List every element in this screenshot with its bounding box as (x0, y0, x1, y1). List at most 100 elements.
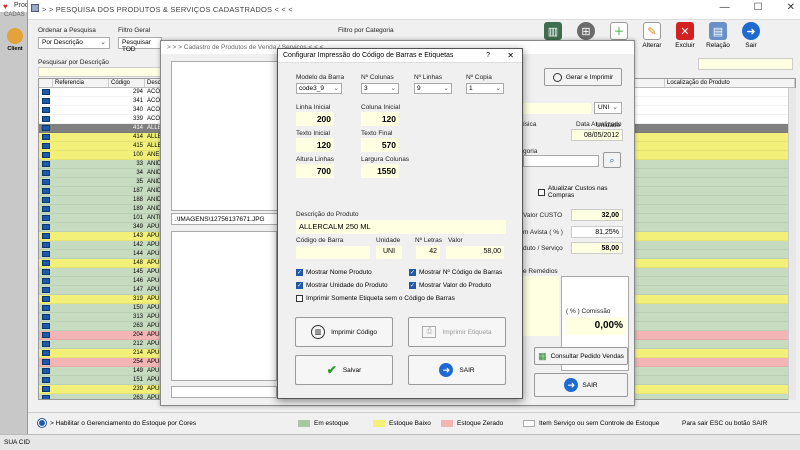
salvar-button[interactable]: ✔ Salvar (295, 355, 393, 385)
product-icon (42, 188, 50, 194)
categoria-field[interactable] (523, 155, 599, 167)
remedios-field[interactable] (523, 276, 559, 336)
order-select[interactable]: Por Descrição ⌄ (38, 37, 110, 49)
data-atualizado-field[interactable]: 08/05/2012 (571, 129, 623, 141)
sair-button[interactable]: ➜ Sair (736, 22, 766, 56)
ncolunas-label: Nº Colunas (361, 74, 394, 81)
minimize-icon[interactable]: — (720, 2, 730, 13)
valor-label: Valor (448, 237, 463, 244)
legend-swatch-white (523, 420, 535, 427)
help-icon[interactable]: ? (486, 52, 490, 59)
row-referencia (53, 214, 109, 222)
descricao-field[interactable]: ALLERCALM 250 ML (296, 220, 506, 234)
table-scrollbar[interactable] (788, 88, 796, 400)
sales-icon: ▦ (538, 350, 547, 361)
custo-field[interactable]: 32,00 (571, 209, 623, 221)
somente-etiqueta-checkbox[interactable]: Imprimir Somente Etiqueta sem o Código d… (296, 295, 455, 302)
close-icon[interactable]: ✕ (507, 51, 514, 60)
modelo-select[interactable]: code3_9 ⌄ (296, 83, 342, 94)
unidade-select[interactable]: UNI ⌄ (594, 102, 622, 114)
unidade-field[interactable]: UNI (376, 246, 402, 259)
order-select-value: Por Descrição (42, 39, 83, 46)
legend-swatch-green (298, 420, 310, 427)
row-referencia (53, 160, 109, 168)
ncopia-select[interactable]: 1 ⌄ (466, 83, 504, 94)
nlinhas-select[interactable]: 9 ⌄ (414, 83, 452, 94)
legend-swatch-yellow (373, 420, 385, 427)
dialog-title: Configurar Impressão do Código de Barras… (283, 52, 454, 59)
image-path-field[interactable]: .\IMAGENS\12756137671.JPG (171, 213, 281, 225)
product-icon (42, 386, 50, 392)
avista-label: m Avista ( % ) (523, 229, 563, 236)
mostrar-unidade-checkbox[interactable]: ✓ Mostrar Unidade do Produto (296, 282, 388, 289)
row-codigo: 319 (132, 296, 143, 302)
filter-select[interactable]: Pesquisar TOD (118, 37, 162, 53)
row-icon-cell (39, 88, 53, 96)
ncopia-value: 1 (469, 85, 473, 92)
row-icon-cell (39, 169, 53, 177)
mostrar-valor-checkbox[interactable]: ✓ Mostrar Valor do Produto (409, 282, 491, 289)
imprimir-codigo-button[interactable]: ▥ Imprimir Código (295, 317, 393, 347)
imprimir-etiqueta-button[interactable]: ⎙ Imprimir Etiqueta (408, 317, 506, 347)
chevron-down-icon: ⌄ (612, 104, 618, 111)
row-codigo: 100 (132, 152, 143, 158)
category-label: Filtro por Categoria (338, 27, 394, 34)
dialog-sair-button[interactable]: ➜ SAIR (408, 355, 506, 385)
atualizar-custos-checkbox[interactable]: Atualizar Custos nas Compras (538, 185, 634, 199)
close-icon[interactable]: ✕ (787, 2, 795, 13)
linha-inicial-field[interactable]: 200 (296, 112, 334, 126)
legend-help[interactable]: > Habilitar o Gerenciamento do Estoque p… (50, 420, 196, 427)
row-codigo: 254 (132, 359, 143, 365)
row-referencia (53, 133, 109, 141)
cadastro-sair-button[interactable]: ➜ SAIR (534, 373, 628, 397)
search-input[interactable] (38, 67, 163, 77)
valor-field[interactable]: 58,00 (446, 246, 504, 259)
gerar-imprimir-button[interactable]: Gerar e Imprimir (544, 68, 622, 86)
nletras-field[interactable]: 42 (416, 246, 440, 259)
excluir-button[interactable]: ✕ Excluir (670, 22, 700, 56)
largura-field[interactable]: 1550 (361, 164, 399, 178)
ncolunas-select[interactable]: 3 ⌄ (361, 83, 399, 94)
texto-inicial-field[interactable]: 120 (296, 138, 334, 152)
avista-field[interactable]: 81,25% (571, 226, 623, 238)
product-icon (42, 233, 50, 239)
texto-final-field[interactable]: 570 (361, 138, 399, 152)
mostrar-nome-checkbox[interactable]: ✓ Mostrar Nome Produto (296, 269, 372, 276)
search-label: Pesquisar por Descrição (38, 59, 109, 66)
barcode-text-field[interactable] (171, 386, 277, 398)
consultar-pedido-label: Consultar Pedido Vendas (550, 352, 624, 360)
altura-label: Altura Linhas (296, 156, 334, 163)
location-search-input[interactable] (698, 58, 793, 70)
fisica-field[interactable] (523, 103, 591, 114)
column-header-referencia[interactable]: Referencia (53, 79, 109, 87)
maximize-icon[interactable]: ☐ (754, 2, 763, 13)
coluna-inicial-field[interactable]: 120 (361, 112, 399, 126)
column-header-codigo[interactable]: Código (109, 79, 145, 87)
row-icon-cell (39, 187, 53, 195)
alterar-button[interactable]: ✎ Alterar (637, 22, 667, 56)
comissao-field[interactable]: 0,00% (566, 317, 626, 335)
printer-icon: ⎙ (422, 326, 437, 338)
product-icon (42, 251, 50, 257)
column-header-localizacao[interactable]: Localização do Produto (665, 79, 795, 87)
valor-produto-field[interactable]: 58,00 (571, 242, 623, 254)
codbarra-field[interactable] (296, 246, 370, 259)
row-referencia (53, 205, 109, 213)
row-referencia (53, 178, 109, 186)
radio-icon[interactable] (38, 419, 46, 427)
descricao-label: Descrição do Produto (296, 211, 359, 218)
row-icon-cell (39, 259, 53, 267)
mostrar-codigo-checkbox[interactable]: ✓ Mostrar Nº Código de Barras (409, 269, 502, 276)
legend-swatch-red (441, 420, 453, 427)
relacao-button[interactable]: ▤ Relação (703, 22, 733, 56)
row-referencia (53, 331, 109, 339)
window-controls: — ☐ ✕ (720, 2, 795, 13)
row-codigo: 148 (132, 260, 143, 266)
modelo-value: code3_9 (299, 85, 324, 92)
altura-field[interactable]: 700 (296, 164, 334, 178)
consultar-pedido-button[interactable]: ▦ Consultar Pedido Vendas (534, 347, 628, 365)
client-button[interactable]: Client (4, 28, 26, 60)
row-icon-cell (39, 322, 53, 330)
categoria-search-button[interactable]: ⌕ (603, 152, 621, 168)
row-codigo: 151 (132, 377, 143, 383)
